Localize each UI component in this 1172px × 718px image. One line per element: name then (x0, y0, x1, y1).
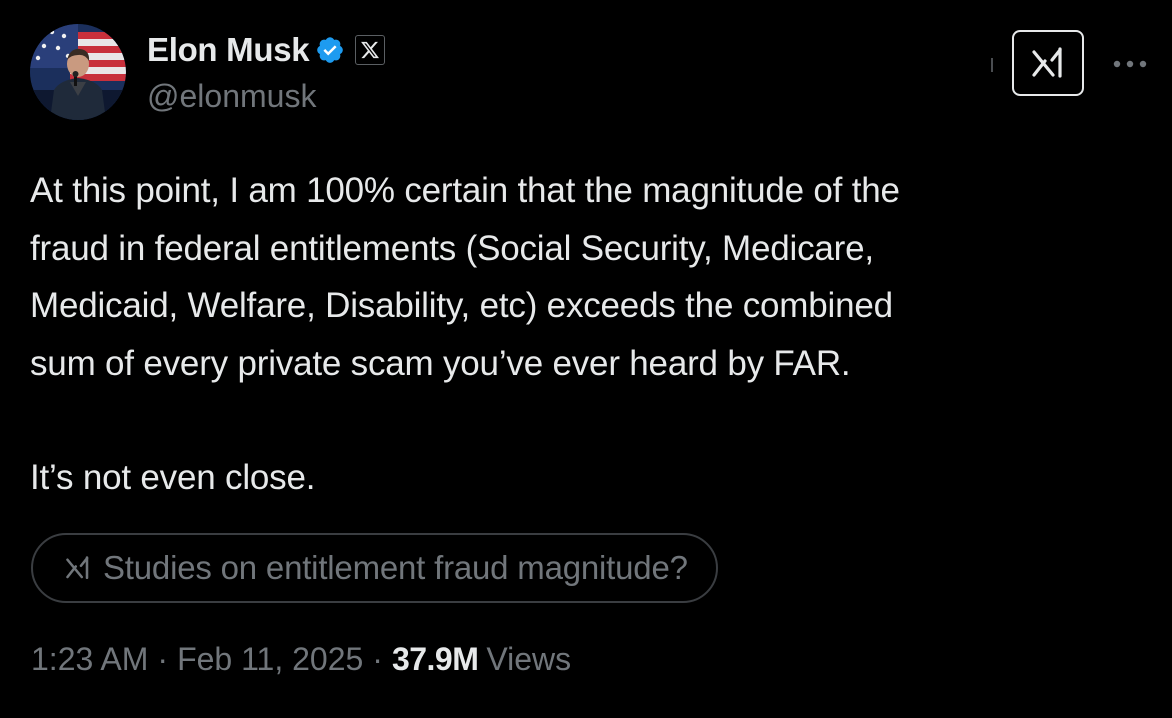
tweet-paragraph-2: It’s not even close. (30, 458, 316, 497)
grok-icon (1032, 47, 1062, 78)
views-count[interactable]: 37.9M (392, 641, 479, 678)
tweet-meta: 1:23 AM · Feb 11, 2025 · 37.9M Views (31, 641, 571, 678)
tweet-paragraph-1: At this point, I am 100% certain that th… (30, 171, 900, 383)
meta-separator: · (372, 641, 383, 677)
grok-button[interactable] (1012, 30, 1084, 96)
more-dots-icon (1113, 60, 1147, 68)
x-logo-icon[interactable] (355, 35, 386, 65)
verified-badge-icon[interactable] (315, 35, 345, 65)
avatar[interactable] (30, 24, 126, 120)
more-options-button[interactable] (1110, 52, 1150, 76)
author-name-row: Elon Musk (147, 30, 386, 70)
grok-icon (66, 556, 89, 580)
tweet: Elon Musk @elonmusk At this point, I am … (0, 0, 1172, 718)
meta-separator: · (157, 641, 169, 677)
tweet-body: At this point, I am 100% certain that th… (30, 162, 1140, 507)
tweet-header: Elon Musk @elonmusk (30, 24, 1150, 124)
header-divider (991, 58, 993, 72)
author-display-name[interactable]: Elon Musk (147, 31, 310, 69)
grok-suggestion-button[interactable]: Studies on entitlement fraud magnitude? (31, 533, 718, 603)
grok-suggestion-text: Studies on entitlement fraud magnitude? (103, 549, 688, 586)
tweet-date[interactable]: Feb 11, 2025 (177, 641, 363, 678)
avatar-image (30, 24, 126, 120)
tweet-time[interactable]: 1:23 AM (31, 641, 148, 678)
views-label: Views (486, 641, 572, 677)
author-handle[interactable]: @elonmusk (147, 78, 316, 115)
